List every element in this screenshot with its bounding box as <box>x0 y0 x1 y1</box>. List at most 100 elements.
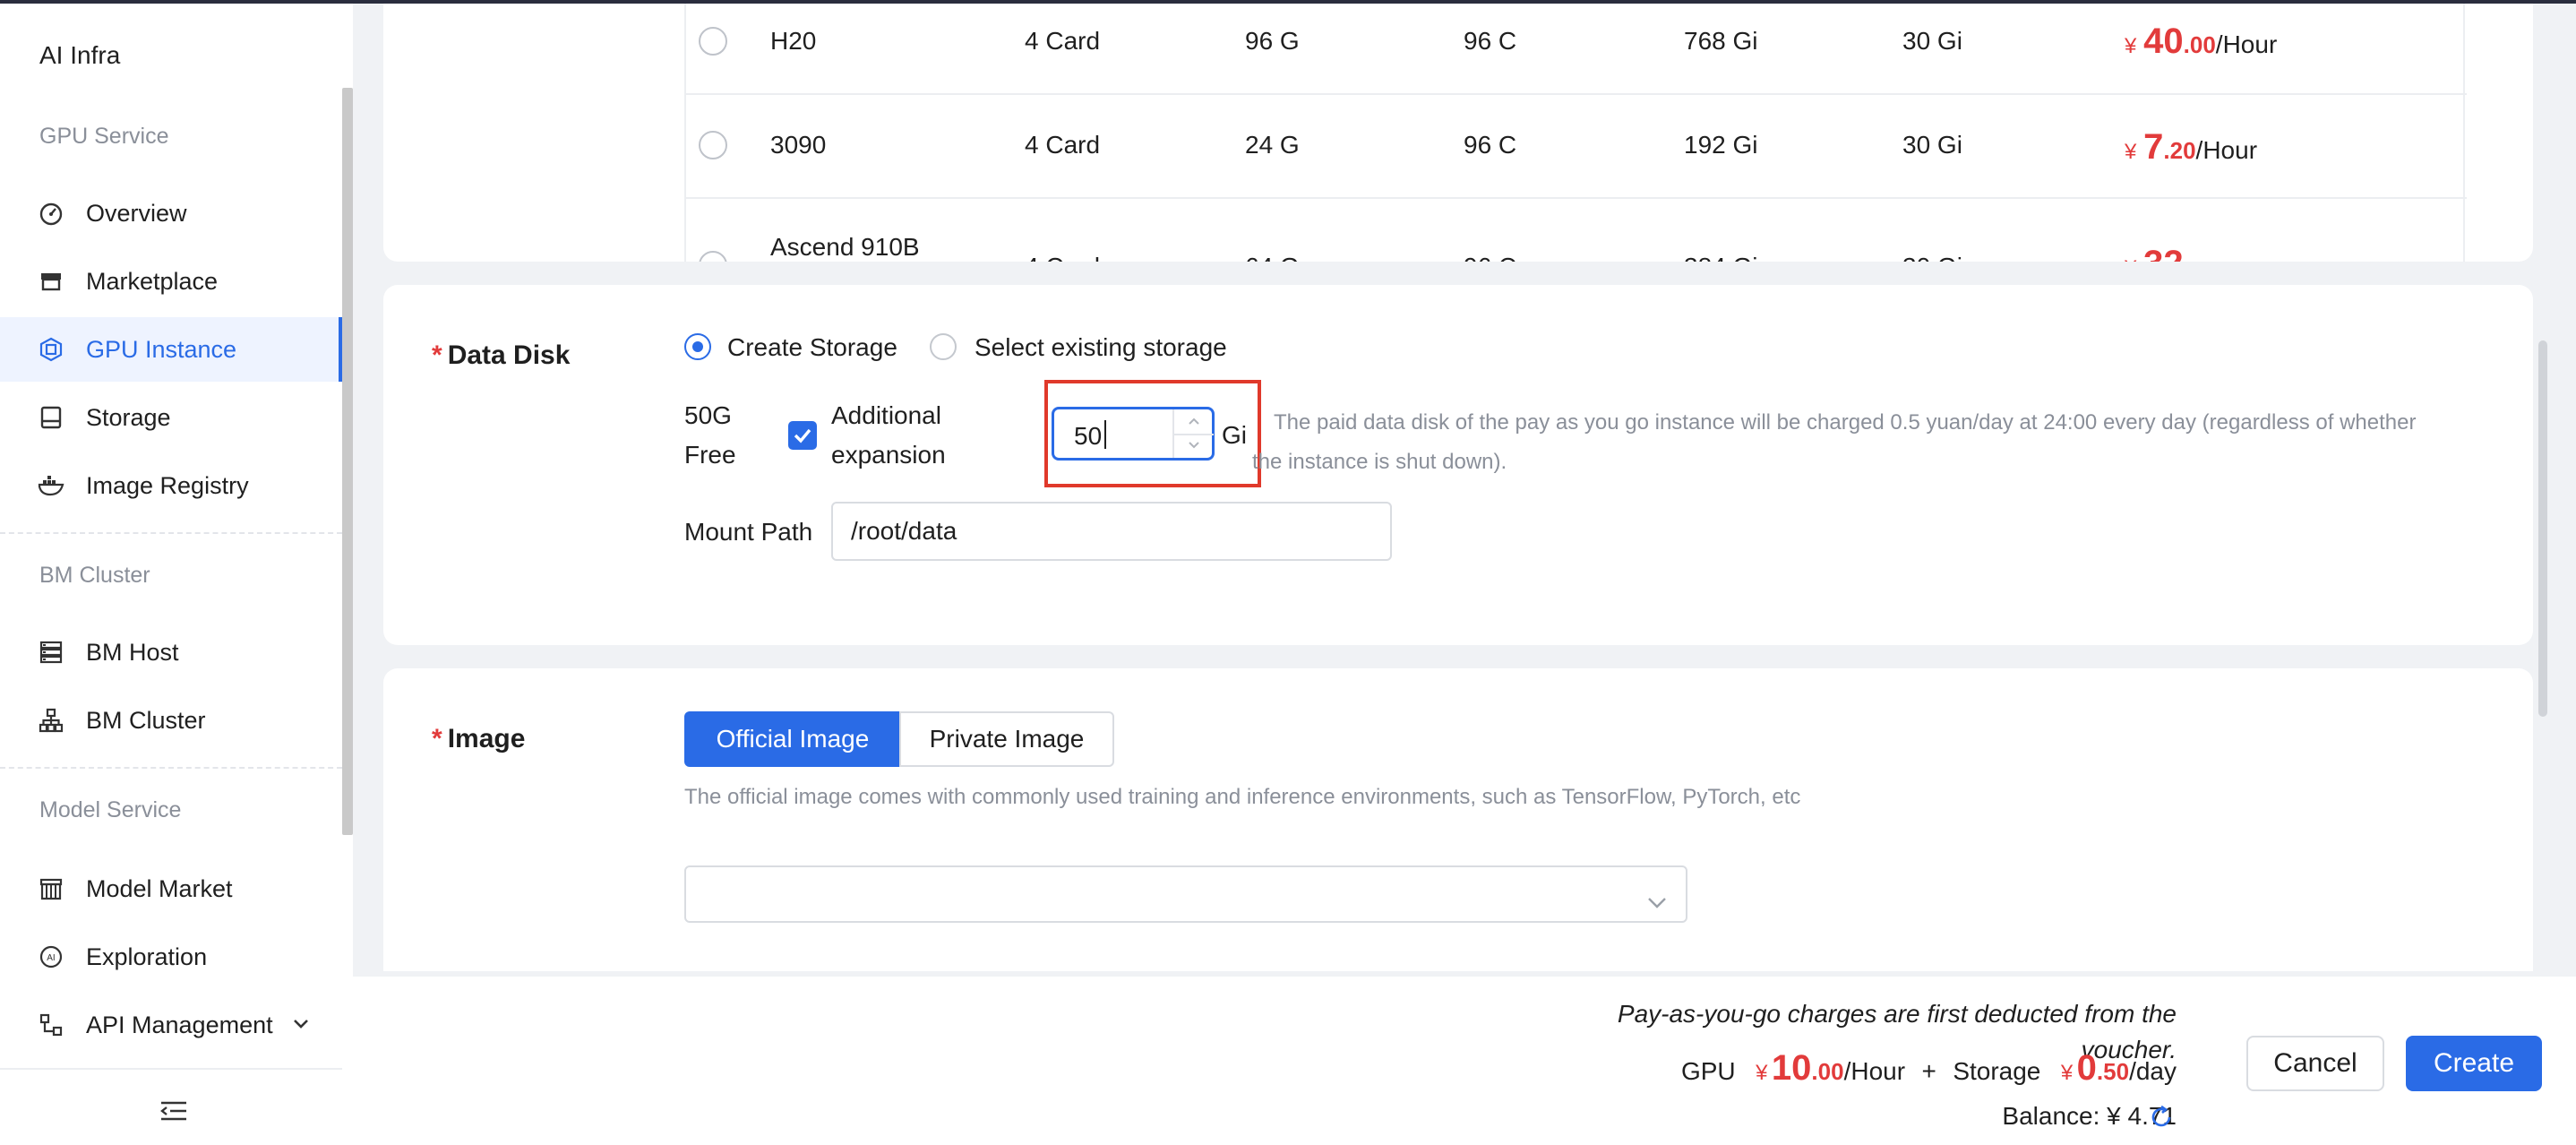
sidebar-item-bm-cluster[interactable]: BM Cluster <box>0 688 342 753</box>
paid-disk-notice-2: the instance is shut down). <box>1252 450 1507 474</box>
sidebar-item-exploration[interactable]: AI Exploration <box>0 925 342 989</box>
create-button[interactable]: Create <box>2406 1036 2542 1091</box>
sidebar-scrollbar[interactable] <box>342 88 353 835</box>
cost-summary: GPU ¥ 10.00/Hour + Storage ¥ 0.50/day <box>1680 1048 2177 1088</box>
sidebar-item-api-management[interactable]: API Management <box>0 993 342 1057</box>
sidebar-item-label: API Management <box>86 1011 273 1038</box>
sidebar-item-label: Overview <box>86 199 187 227</box>
gpu-memory: 96 G <box>1245 27 1300 55</box>
sidebar-item-image-registry[interactable]: Image Registry <box>0 453 342 518</box>
sidebar-item-label: Image Registry <box>86 471 249 499</box>
image-label: * Image <box>432 724 526 753</box>
decrement-button[interactable] <box>1174 434 1214 458</box>
sidebar-item-model-market[interactable]: Model Market <box>0 857 342 921</box>
storage-cost-value: 0 <box>2076 1048 2097 1088</box>
divider <box>0 1068 342 1070</box>
additional-expansion-label-2: expansion <box>831 441 946 469</box>
check-icon <box>794 428 811 443</box>
chevron-up-icon <box>1189 418 1199 425</box>
gpu-memory: 24 G <box>1245 131 1300 159</box>
gpu-name: Ascend 910B <box>770 233 920 261</box>
free-label: Free <box>684 441 736 469</box>
gpu-cost-label: GPU <box>1680 1057 1736 1085</box>
sidebar-item-overview[interactable]: Overview <box>0 181 342 245</box>
sidebar-item-label: Model Market <box>86 874 233 902</box>
sidebar-item-marketplace[interactable]: Marketplace <box>0 249 342 314</box>
ai-explore-icon: AI <box>38 943 64 970</box>
sidebar-item-label: BM Cluster <box>86 706 206 734</box>
sidebar-item-label: GPU Instance <box>86 335 237 363</box>
image-hint: The official image comes with commonly u… <box>684 785 1801 809</box>
main-scrollbar[interactable] <box>2538 340 2547 717</box>
mount-path-value: /root/data <box>851 517 957 545</box>
cluster-icon <box>38 707 64 734</box>
mount-path-input[interactable]: /root/data <box>831 502 1392 561</box>
disk-size-value: 50 <box>1074 422 1103 450</box>
gpu-cards: 4 Card <box>1025 131 1101 159</box>
sidebar-item-label: BM Host <box>86 638 179 666</box>
refresh-icon[interactable] <box>2148 1104 2175 1135</box>
divider <box>0 532 342 534</box>
app-title: AI Infra <box>39 41 121 69</box>
ram: 768 Gi <box>1684 27 1758 55</box>
disk-size-input[interactable]: 50 <box>1052 407 1215 461</box>
chip-icon <box>38 336 64 363</box>
table-row[interactable]: H20 4 Card 96 G 96 C 768 Gi 30 Gi ¥ 40.0… <box>684 0 2467 95</box>
section-model-service: Model Service <box>39 797 182 822</box>
increment-button[interactable] <box>1174 409 1214 435</box>
cpu-cores: 96 C <box>1464 27 1517 55</box>
row-radio[interactable] <box>699 27 727 56</box>
system-disk: 30 Gi <box>1902 253 1962 262</box>
data-disk-label: * Data Disk <box>432 340 571 370</box>
row-radio[interactable] <box>699 251 727 262</box>
cpu-cores: 96 C <box>1464 131 1517 159</box>
sidebar-item-gpu-instance[interactable]: GPU Instance <box>0 317 342 382</box>
mount-path-label: Mount Path <box>684 518 813 546</box>
sidebar-item-bm-host[interactable]: BM Host <box>0 620 342 684</box>
chevron-down-icon <box>292 1017 310 1034</box>
sidebar-item-label: Exploration <box>86 943 208 970</box>
tab-official-image[interactable]: Official Image <box>684 711 901 767</box>
collapse-sidebar-icon[interactable] <box>159 1098 188 1128</box>
additional-expansion-label: Additional <box>831 401 941 429</box>
api-icon <box>38 1012 64 1038</box>
chevron-down-icon <box>1189 442 1199 449</box>
table-row[interactable]: Ascend 910B 4 Card 64 G 96 C 384 Gi 30 G… <box>684 199 2467 262</box>
balance-label: Balance: ¥ 4.71 <box>2002 1102 2177 1130</box>
storage-cost-label: Storage <box>1953 1057 2041 1085</box>
image-select[interactable] <box>684 865 1687 923</box>
store-icon <box>38 268 64 295</box>
market-icon <box>38 875 64 902</box>
gpu-cost-value: 10 <box>1771 1048 1812 1088</box>
tab-private-image[interactable]: Private Image <box>899 711 1114 767</box>
additional-expansion-checkbox[interactable] <box>788 421 817 450</box>
divider <box>0 767 342 769</box>
sidebar-item-label: Storage <box>86 403 171 431</box>
stepper[interactable] <box>1172 409 1214 458</box>
free-size-label: 50G <box>684 401 732 429</box>
disk-size-unit: Gi <box>1222 421 1247 449</box>
server-icon <box>38 639 64 666</box>
docker-icon <box>38 472 64 499</box>
gpu-name: H20 <box>770 27 817 55</box>
text-cursor <box>1104 420 1106 449</box>
row-radio[interactable] <box>699 131 727 159</box>
sidebar-item-storage[interactable]: Storage <box>0 385 342 450</box>
hourly-price: ¥ 7.20/Hour <box>2125 127 2258 167</box>
gpu-name: 3090 <box>770 131 827 159</box>
create-storage-radio[interactable] <box>684 333 711 360</box>
select-existing-storage-label[interactable]: Select existing storage <box>975 333 1227 362</box>
section-gpu-service: GPU Service <box>39 124 169 149</box>
table-row[interactable]: 3090 4 Card 24 G 96 C 192 Gi 30 Gi ¥ 7.2… <box>684 95 2467 199</box>
chevron-down-icon <box>1646 887 1668 916</box>
paid-disk-notice: The paid data disk of the pay as you go … <box>1274 410 2417 435</box>
cancel-button[interactable]: Cancel <box>2246 1036 2384 1091</box>
system-disk: 30 Gi <box>1902 131 1962 159</box>
dashboard-icon <box>38 200 64 227</box>
ram: 192 Gi <box>1684 131 1758 159</box>
drive-icon <box>38 404 64 431</box>
svg-text:AI: AI <box>47 953 55 963</box>
select-existing-storage-radio[interactable] <box>930 333 957 360</box>
cpu-cores: 96 C <box>1464 253 1516 262</box>
create-storage-label[interactable]: Create Storage <box>727 333 897 362</box>
